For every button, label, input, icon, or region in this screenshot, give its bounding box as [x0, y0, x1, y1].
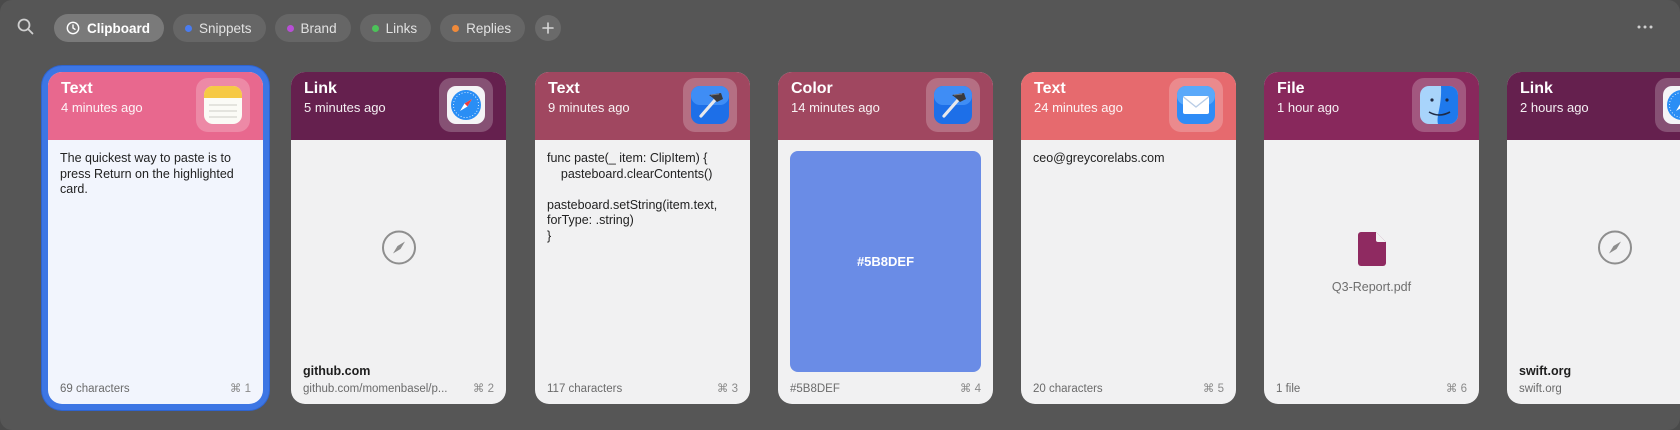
card-time: 24 minutes ago	[1034, 100, 1123, 115]
clip-card[interactable]: Link 5 minutes ago github.com github.com…	[291, 72, 506, 404]
card-time: 5 minutes ago	[304, 100, 386, 115]
clip-card[interactable]: Link 2 hours ago swift.org swift.org	[1507, 72, 1680, 404]
shortcut-label: ⌘ 4	[959, 383, 981, 395]
clip-text: The quickest way to paste is to press Re…	[60, 151, 238, 196]
card-time: 9 minutes ago	[548, 100, 630, 115]
card-body: func paste(_ item: ClipItem) { pasteboar…	[535, 140, 750, 404]
shortcut-label: ⌘ 6	[1445, 383, 1467, 395]
card-type: Text	[1034, 80, 1066, 97]
char-count: 69 characters	[60, 383, 130, 395]
clip-card[interactable]: Text 9 minutes ago func paste(_ item: Cl…	[535, 72, 750, 404]
card-body: The quickest way to paste is to press Re…	[48, 140, 263, 404]
finder-app-icon	[1412, 78, 1466, 132]
card-body: ceo@greycorelabs.com 20 characters ⌘ 5	[1021, 140, 1236, 404]
link-url: github.com/momenbasel/p...	[303, 383, 448, 395]
clipboard-panel: Clipboard Snippets Brand Links Replies T…	[0, 0, 1680, 430]
shortcut-label: ⌘ 2	[472, 383, 494, 395]
char-count: 20 characters	[1033, 383, 1103, 395]
clip-text: func paste(_ item: ClipItem) { pasteboar…	[547, 151, 718, 243]
card-header: Color 14 minutes ago	[778, 72, 993, 140]
card-type: Color	[791, 80, 833, 97]
compass-icon	[381, 230, 417, 271]
document-icon	[1357, 232, 1386, 271]
mail-app-icon	[1169, 78, 1223, 132]
card-header: File 1 hour ago	[1264, 72, 1479, 140]
card-body: #5B8DEF #5B8DEF ⌘ 4	[778, 140, 993, 404]
clip-card-list: Text 4 minutes ago The quickest way to p…	[0, 0, 1680, 430]
card-type: File	[1277, 80, 1305, 97]
color-swatch: #5B8DEF	[790, 151, 981, 372]
safari-app-icon	[1655, 78, 1680, 132]
card-body: Q3-Report.pdf 1 file ⌘ 6	[1264, 140, 1479, 404]
card-header: Text 4 minutes ago	[48, 72, 263, 140]
clip-card[interactable]: Text 4 minutes ago The quickest way to p…	[48, 72, 263, 404]
clip-card[interactable]: File 1 hour ago Q3-Report.pdf 1 file ⌘ 6	[1264, 72, 1479, 404]
card-header: Text 9 minutes ago	[535, 72, 750, 140]
card-time: 14 minutes ago	[791, 100, 880, 115]
swatch-label: #5B8DEF	[856, 254, 915, 269]
link-domain: swift.org	[1519, 364, 1572, 378]
notes-app-icon	[196, 78, 250, 132]
safari-app-icon	[439, 78, 493, 132]
link-domain: github.com	[303, 364, 371, 378]
card-type: Text	[548, 80, 580, 97]
clip-card[interactable]: Text 24 minutes ago ceo@greycorelabs.com…	[1021, 72, 1236, 404]
card-header: Text 24 minutes ago	[1021, 72, 1236, 140]
card-time: 4 minutes ago	[61, 100, 143, 115]
file-name: Q3-Report.pdf	[1331, 280, 1412, 294]
char-count: 117 characters	[547, 383, 623, 395]
card-time: 1 hour ago	[1277, 100, 1340, 115]
card-header: Link 5 minutes ago	[291, 72, 506, 140]
shortcut-label: ⌘ 3	[716, 383, 738, 395]
file-count: 1 file	[1276, 383, 1301, 395]
xcode-app-icon	[926, 78, 980, 132]
card-body: swift.org swift.org	[1507, 140, 1680, 404]
shortcut-label: ⌘ 5	[1202, 383, 1224, 395]
card-type: Link	[1520, 80, 1553, 97]
shortcut-label: ⌘ 1	[229, 383, 251, 395]
compass-icon	[1597, 230, 1633, 271]
color-hex: #5B8DEF	[790, 383, 840, 395]
xcode-app-icon	[683, 78, 737, 132]
link-url: swift.org	[1519, 383, 1562, 395]
card-time: 2 hours ago	[1520, 100, 1589, 115]
clip-text: ceo@greycorelabs.com	[1033, 151, 1165, 165]
card-body: github.com github.com/momenbasel/p... ⌘ …	[291, 140, 506, 404]
clip-card[interactable]: Color 14 minutes ago #5B8DEF #5B8DEF ⌘ 4	[778, 72, 993, 404]
card-type: Text	[61, 80, 93, 97]
card-type: Link	[304, 80, 337, 97]
card-header: Link 2 hours ago	[1507, 72, 1680, 140]
